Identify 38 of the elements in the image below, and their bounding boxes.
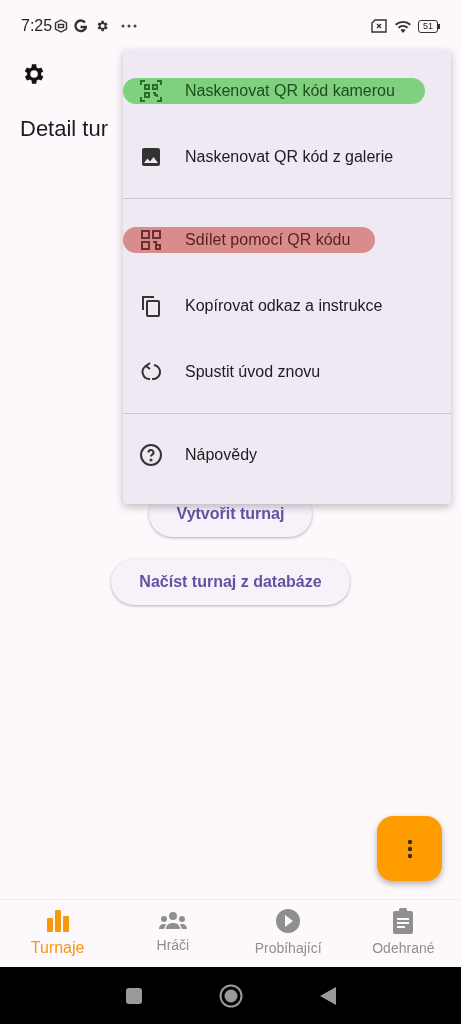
clipboard-icon [392, 908, 415, 934]
page-title: Detail tur [20, 116, 109, 141]
play-icon [275, 908, 302, 934]
menu-item[interactable]: Spustit úvod znovu [123, 339, 451, 405]
menu-item[interactable]: Naskenovat QR kód z galerie [123, 124, 451, 190]
home-icon[interactable] [218, 983, 243, 1008]
menu-item-label: Kopírovat odkaz a instrukce [185, 296, 383, 316]
menu-item-label: Sdílet pomocí QR kódu [185, 230, 351, 250]
image-icon [139, 145, 163, 169]
menu-item-label: Nápovědy [185, 445, 258, 465]
status-time: 7:25 [21, 16, 53, 36]
recents-icon[interactable] [124, 986, 143, 1005]
google-g-icon [74, 19, 88, 33]
no-sim-icon [370, 19, 388, 33]
menu-item[interactable]: Kopírovat odkaz a instrukce [123, 273, 451, 339]
copy-icon [139, 294, 163, 318]
wifi-icon [394, 19, 412, 33]
help-icon [139, 443, 163, 467]
qr-scan-icon [139, 79, 163, 103]
more-vertical-icon [406, 838, 413, 859]
back-icon[interactable] [318, 985, 337, 1006]
menu-item-label: Naskenovat QR kód z galerie [185, 147, 394, 167]
menu-item[interactable]: Sdílet pomocí QR kódu [123, 207, 451, 273]
nav-tab[interactable]: Hráči [115, 900, 231, 967]
qr-code-icon [139, 228, 163, 252]
menu-item-label: Spustit úvod znovu [185, 362, 321, 382]
nav-tab[interactable]: Probíhající [230, 900, 346, 967]
status-badge-icon [54, 19, 69, 33]
menu-item[interactable]: Nápovědy [123, 422, 451, 488]
people-icon [157, 911, 188, 931]
bar-chart-icon [44, 907, 71, 932]
action-button[interactable]: Načíst turnaj z databáze [111, 559, 350, 605]
nav-tab[interactable]: Odehrané [345, 900, 461, 967]
menu-item[interactable]: Naskenovat QR kód kamerou [123, 58, 451, 124]
battery-indicator: 51 [418, 19, 440, 33]
menu-item-label: Naskenovat QR kód kamerou [185, 81, 395, 101]
settings-icon [95, 19, 110, 33]
more-icon [121, 24, 138, 28]
